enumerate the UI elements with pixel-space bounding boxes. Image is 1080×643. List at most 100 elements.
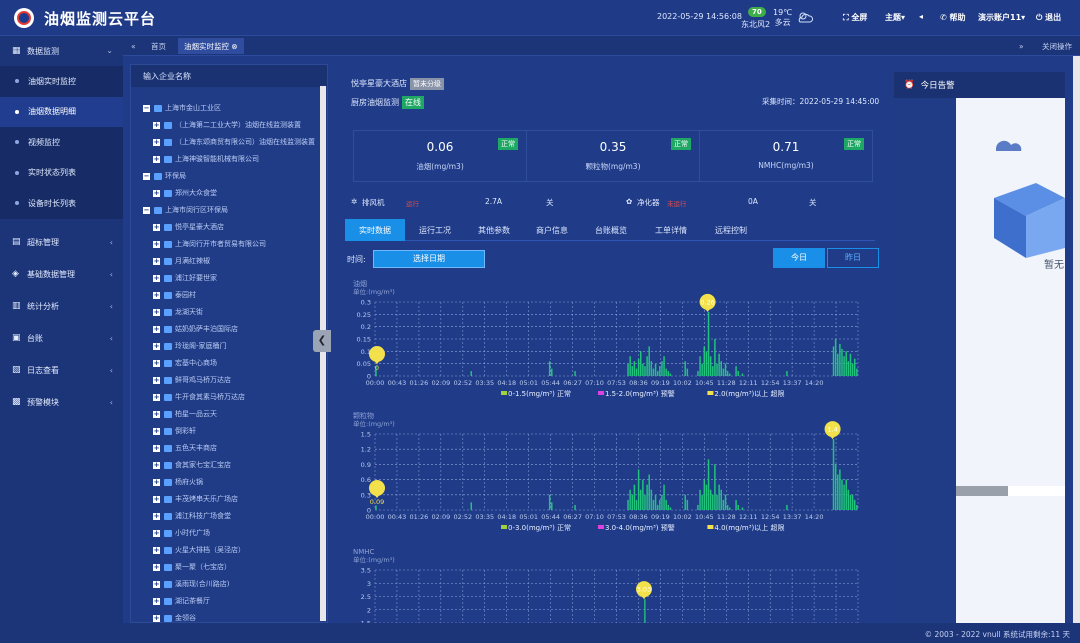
page-scrollbar[interactable] (1073, 56, 1080, 623)
tree-leaf-node[interactable]: + 食其家七宝汇宝店 (153, 458, 231, 472)
tab-work-orders[interactable]: 工单详情 (641, 219, 701, 241)
expand-toggle-icon[interactable]: + (153, 393, 160, 401)
tree-group-node[interactable]: − 上海市金山工业区 (143, 101, 221, 115)
tree-group-node[interactable]: − 环保局 (143, 169, 186, 183)
tab-scroll-left[interactable]: « (125, 38, 142, 54)
tab-merchant-info[interactable]: 商户信息 (523, 219, 581, 241)
tree-leaf-node[interactable]: + 宏基中心商场 (153, 356, 217, 370)
expand-toggle-icon[interactable]: + (153, 427, 160, 435)
expand-toggle-icon[interactable]: + (153, 461, 160, 469)
close-operations-button[interactable]: 关闭操作 (1036, 38, 1078, 54)
tab-ledger-overview[interactable]: 台账概览 (581, 219, 641, 241)
tree-leaf-node[interactable]: + （上海东颂商贸有限公司）油烟在线监测装置 (153, 135, 315, 149)
date-picker-button[interactable]: 选择日期 (373, 250, 485, 268)
sidebar-item-ledger[interactable]: ▣ 台账 ‹ (0, 324, 123, 354)
expand-toggle-icon[interactable]: + (153, 274, 160, 282)
expand-toggle-icon[interactable]: + (153, 580, 160, 588)
expand-toggle-icon[interactable]: + (153, 563, 160, 571)
tree-leaf-node[interactable]: + 柏星一品云天 (153, 407, 217, 421)
expand-toggle-icon[interactable]: + (153, 359, 160, 367)
expand-toggle-icon[interactable]: + (153, 138, 160, 146)
tree-leaf-node[interactable]: + 月满红辣椒 (153, 254, 210, 268)
tree-leaf-node[interactable]: + （上海第二工业大学）油烟在线监测装置 (153, 118, 301, 132)
yesterday-button[interactable]: 昨日 (827, 248, 879, 268)
expand-toggle-icon[interactable]: + (153, 495, 160, 503)
back-arrow-button[interactable]: ◂ (919, 12, 923, 21)
sidebar-item-overlimit[interactable]: ▤ 超标管理 ‹ (0, 228, 123, 258)
help-button[interactable]: ✆ 帮助 (940, 12, 966, 23)
today-button[interactable]: 今日 (773, 248, 825, 268)
tree-leaf-node[interactable]: + 丰茂烤串天乐广场店 (153, 492, 238, 506)
tree-leaf-node[interactable]: + 浦江科技广场食堂 (153, 509, 231, 523)
tree-leaf-node[interactable]: + 龙湖天街 (153, 305, 203, 319)
sidebar-item-data-monitoring[interactable]: ▦ 数据监测 ⌄ (0, 36, 123, 66)
expand-toggle-icon[interactable]: + (153, 189, 160, 197)
tree-leaf-node[interactable]: + 溪雨现(合川路店) (153, 577, 229, 591)
sidebar-subitem-duration-list[interactable]: 设备时长列表 (0, 188, 123, 219)
close-icon[interactable]: ⊗ (231, 42, 237, 51)
tree-leaf-node[interactable]: + 鲜哥鸡马桥万达店 (153, 373, 231, 387)
expand-toggle-icon[interactable]: + (153, 410, 160, 418)
sidebar-subitem-status-list[interactable]: 实时状态列表 (0, 157, 123, 188)
tree-leaf-node[interactable]: + 火星大排档（吴泾店） (153, 543, 245, 557)
logout-button[interactable]: ⏻ 退出 (1036, 12, 1061, 23)
expand-toggle-icon[interactable]: + (153, 155, 160, 163)
expand-toggle-icon[interactable]: + (153, 529, 160, 537)
tree-leaf-node[interactable]: + 泰园村 (153, 288, 196, 302)
tree-leaf-node[interactable]: + 郑州大众食堂 (153, 186, 217, 200)
tab-scroll-right[interactable]: » (1013, 38, 1030, 54)
expand-toggle-icon[interactable]: + (153, 257, 160, 265)
tree-leaf-node[interactable]: + 上海闵行开市者贸易有限公司 (153, 237, 266, 251)
tree-leaf-node[interactable]: + 湖记茶餐厅 (153, 594, 210, 608)
theme-dropdown[interactable]: 主题▾ (885, 12, 905, 23)
tree-leaf-node[interactable]: + 杨府火锅 (153, 475, 203, 489)
enterprise-search-input[interactable]: 输入企业名称 (131, 65, 327, 87)
collapse-toggle-icon[interactable]: − (143, 172, 150, 180)
expand-toggle-icon[interactable]: + (153, 308, 160, 316)
tab-realtime-data[interactable]: 实时数据 (345, 219, 405, 241)
expand-toggle-icon[interactable]: + (153, 121, 160, 129)
expand-toggle-icon[interactable]: + (153, 512, 160, 520)
tree-leaf-node[interactable]: + 姑奶奶萨丰泊国际店 (153, 322, 238, 336)
expand-toggle-icon[interactable]: + (153, 478, 160, 486)
collapse-toggle-icon[interactable]: − (143, 104, 150, 112)
tree-scrollbar[interactable] (320, 86, 326, 621)
expand-toggle-icon[interactable]: + (153, 291, 160, 299)
tree-leaf-node[interactable]: + 玲珑阁-家庭桶门 (153, 339, 227, 353)
expand-toggle-icon[interactable]: + (153, 444, 160, 452)
tree-leaf-node[interactable]: + 上海神骏智能机械有限公司 (153, 152, 259, 166)
collapse-toggle-icon[interactable]: − (143, 206, 150, 214)
account-dropdown[interactable]: 演示账户11▾ (978, 12, 1025, 23)
expand-toggle-icon[interactable]: + (153, 223, 160, 231)
sidebar-item-alert-module[interactable]: ▩ 预警模块 ‹ (0, 388, 123, 418)
expand-toggle-icon[interactable]: + (153, 597, 160, 605)
folder-icon (164, 512, 172, 520)
sidebar-subitem-video-monitor[interactable]: 视频监控 (0, 127, 123, 158)
sidebar-item-basic-data[interactable]: ◈ 基础数据管理 ‹ (0, 260, 123, 290)
expand-toggle-icon[interactable]: + (153, 240, 160, 248)
sidebar-item-logs[interactable]: ▧ 日志查看 ‹ (0, 356, 123, 386)
tree-leaf-node[interactable]: + 牛开食其素马桥万达店 (153, 390, 245, 404)
tab-running-status[interactable]: 运行工况 (405, 219, 465, 241)
tab-realtime-monitor[interactable]: 油烟实时监控 ⊗ (178, 38, 244, 54)
tree-leaf-node[interactable]: + 倒彩轩 (153, 424, 196, 438)
sidebar-item-statistics[interactable]: ▥ 统计分析 ‹ (0, 292, 123, 322)
expand-toggle-icon[interactable]: + (153, 546, 160, 554)
tab-other-params[interactable]: 其他参数 (465, 219, 523, 241)
tree-leaf-node[interactable]: + 聚一聚（七宝店） (153, 560, 231, 574)
expand-toggle-icon[interactable]: + (153, 376, 160, 384)
expand-toggle-icon[interactable]: + (153, 325, 160, 333)
tab-remote-control[interactable]: 远程控制 (701, 219, 761, 241)
tree-leaf-node[interactable]: + 五色天丰商店 (153, 441, 217, 455)
tree-leaf-node[interactable]: + 小时代广场 (153, 526, 210, 540)
fullscreen-button[interactable]: ⛶ 全屏 (843, 12, 867, 23)
expand-toggle-icon[interactable]: + (153, 614, 160, 622)
expand-toggle-icon[interactable]: + (153, 342, 160, 350)
collapse-panel-button[interactable]: ❮ (313, 330, 331, 352)
sidebar-subitem-realtime-monitor[interactable]: 油烟实时监控 (0, 66, 123, 97)
tree-group-node[interactable]: − 上海市闵行区环保局 (143, 203, 228, 217)
tab-home[interactable]: 首页 (145, 38, 172, 54)
sidebar-subitem-data-detail[interactable]: 油烟数据明细 (0, 96, 123, 127)
tree-leaf-node[interactable]: + 浦江好要世家 (153, 271, 217, 285)
tree-leaf-node[interactable]: + 悦亭星豪大酒店 (153, 220, 224, 234)
